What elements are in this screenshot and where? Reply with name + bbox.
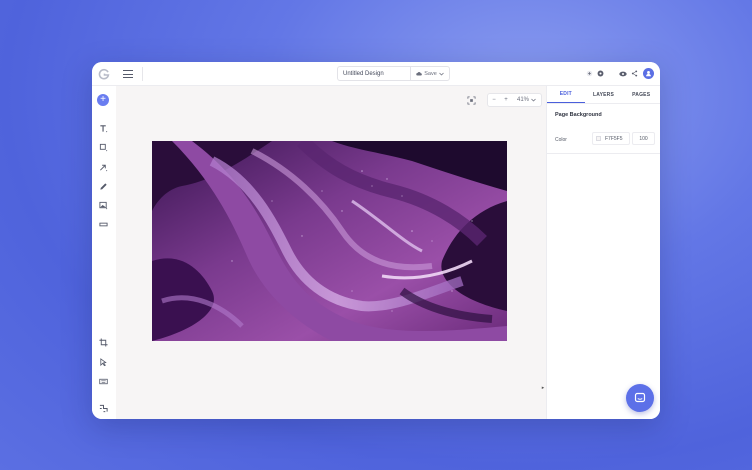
panel-tabs: EDIT LAYERS PAGES [547,86,660,104]
save-button[interactable]: Save [410,67,449,80]
zoom-in-button[interactable]: + [500,94,512,106]
image-tool-icon[interactable] [97,199,109,211]
divider [547,153,660,154]
chat-support-button[interactable] [626,384,654,412]
crop-icon[interactable] [97,336,109,348]
logo-icon [98,68,110,80]
divider [142,67,143,81]
zoom-out-button[interactable]: − [488,94,500,106]
tab-edit[interactable]: EDIT [547,86,585,103]
design-title-input[interactable]: Untitled Design [338,71,410,77]
cloud-icon [416,72,423,76]
add-collaborator-icon[interactable] [585,69,594,78]
zoom-level-dropdown[interactable]: 41% [512,94,541,106]
editor-window: Untitled Design Save + − + 41% ▸ EDIT LA… [92,62,660,419]
save-label: Save [424,70,437,77]
marble-image [152,141,507,341]
left-toolbar: + [92,86,116,419]
settings-icon[interactable] [97,402,109,414]
color-label: Color [555,137,567,143]
color-hex-value: F7F5F5 [605,135,623,142]
comment-icon[interactable] [596,69,605,78]
tab-pages[interactable]: PAGES [622,86,660,103]
right-panel: EDIT LAYERS PAGES Page Background Color … [546,86,660,419]
chevron-down-icon [531,98,536,102]
user-icon [646,71,651,77]
color-swatch[interactable] [596,136,601,141]
text-tool-icon[interactable] [97,122,109,134]
share-icon[interactable] [630,69,639,78]
tab-layers[interactable]: LAYERS [585,86,623,103]
line-tool-icon[interactable] [97,218,109,230]
hamburger-menu-icon[interactable] [122,68,134,80]
shape-tool-icon[interactable] [97,141,109,153]
top-bar: Untitled Design Save [92,62,660,86]
section-title: Page Background [555,112,602,118]
design-title-group: Untitled Design Save [337,66,450,81]
select-icon[interactable] [97,356,109,368]
arrow-tool-icon[interactable] [97,161,109,173]
keyboard-icon[interactable] [97,375,109,387]
chat-icon [634,392,646,403]
canvas-area: − + 41% [116,86,546,419]
app-logo[interactable] [96,66,112,82]
preview-eye-icon[interactable] [618,69,627,78]
color-hex-field[interactable]: F7F5F5 [592,132,630,145]
zoom-control: − + 41% [487,93,542,107]
zoom-level-value: 41% [516,97,529,103]
draw-tool-icon[interactable] [97,180,109,192]
artboard-image[interactable] [152,141,507,341]
fit-to-screen-icon[interactable] [465,94,477,106]
user-avatar[interactable] [643,68,654,79]
chevron-down-icon [439,72,444,76]
opacity-field[interactable]: 100 [632,132,655,145]
add-element-button[interactable]: + [97,94,109,106]
